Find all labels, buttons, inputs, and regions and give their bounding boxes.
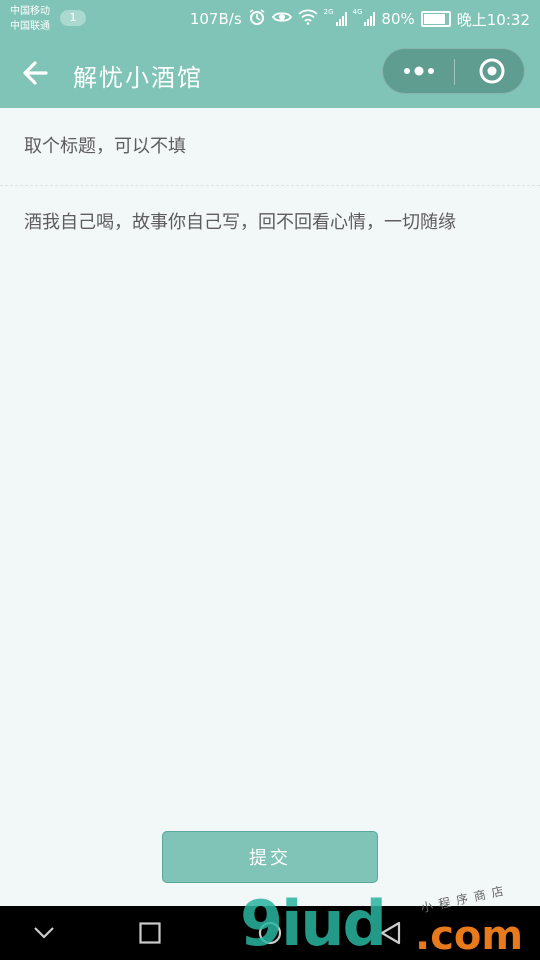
wifi-icon bbox=[298, 9, 318, 29]
close-button[interactable] bbox=[455, 49, 525, 93]
square-icon bbox=[139, 922, 161, 944]
chevron-down-icon bbox=[34, 927, 54, 939]
more-button[interactable] bbox=[383, 49, 454, 93]
nav-recents-button[interactable] bbox=[120, 906, 180, 960]
more-dots-icon bbox=[404, 66, 434, 76]
network-4g-label: 4G bbox=[352, 8, 363, 16]
submit-button[interactable]: 提交 bbox=[162, 831, 378, 883]
nav-home-button[interactable] bbox=[240, 906, 300, 960]
status-bar: 中国移动 中国联通 1 107B/s 2G 4G 80% 晚上10:32 bbox=[0, 0, 540, 38]
back-button[interactable] bbox=[18, 55, 54, 91]
system-nav-bar bbox=[0, 906, 540, 960]
network-2g-label: 2G bbox=[323, 8, 334, 16]
nav-back-button[interactable] bbox=[360, 906, 420, 960]
circle-icon bbox=[258, 921, 282, 945]
signal-4g-icon bbox=[364, 12, 376, 26]
arrow-left-icon bbox=[23, 61, 48, 85]
network-speed: 107B/s bbox=[189, 10, 242, 28]
nav-down-button[interactable] bbox=[14, 906, 74, 960]
carrier-info: 中国移动 中国联通 bbox=[10, 4, 50, 34]
title-input[interactable] bbox=[0, 108, 540, 186]
target-icon bbox=[479, 58, 505, 84]
mini-program-capsule bbox=[382, 48, 525, 94]
status-icons: 107B/s 2G 4G 80% 晚上10:32 bbox=[190, 8, 530, 30]
carrier-2: 中国联通 bbox=[10, 21, 50, 32]
alarm-icon bbox=[248, 8, 266, 30]
carrier-1: 中国移动 bbox=[10, 6, 50, 17]
clock: 晚上10:32 bbox=[456, 10, 530, 29]
page-title: 解忧小酒馆 bbox=[73, 64, 203, 92]
nav-bar: 解忧小酒馆 bbox=[0, 38, 540, 108]
eye-icon bbox=[271, 10, 292, 28]
battery-percent: 80% bbox=[381, 10, 415, 28]
content-textarea[interactable] bbox=[0, 198, 540, 798]
signal-2g-icon bbox=[335, 12, 347, 26]
triangle-back-icon bbox=[380, 921, 401, 945]
notification-badge: 1 bbox=[60, 10, 86, 26]
battery-icon bbox=[420, 11, 451, 27]
